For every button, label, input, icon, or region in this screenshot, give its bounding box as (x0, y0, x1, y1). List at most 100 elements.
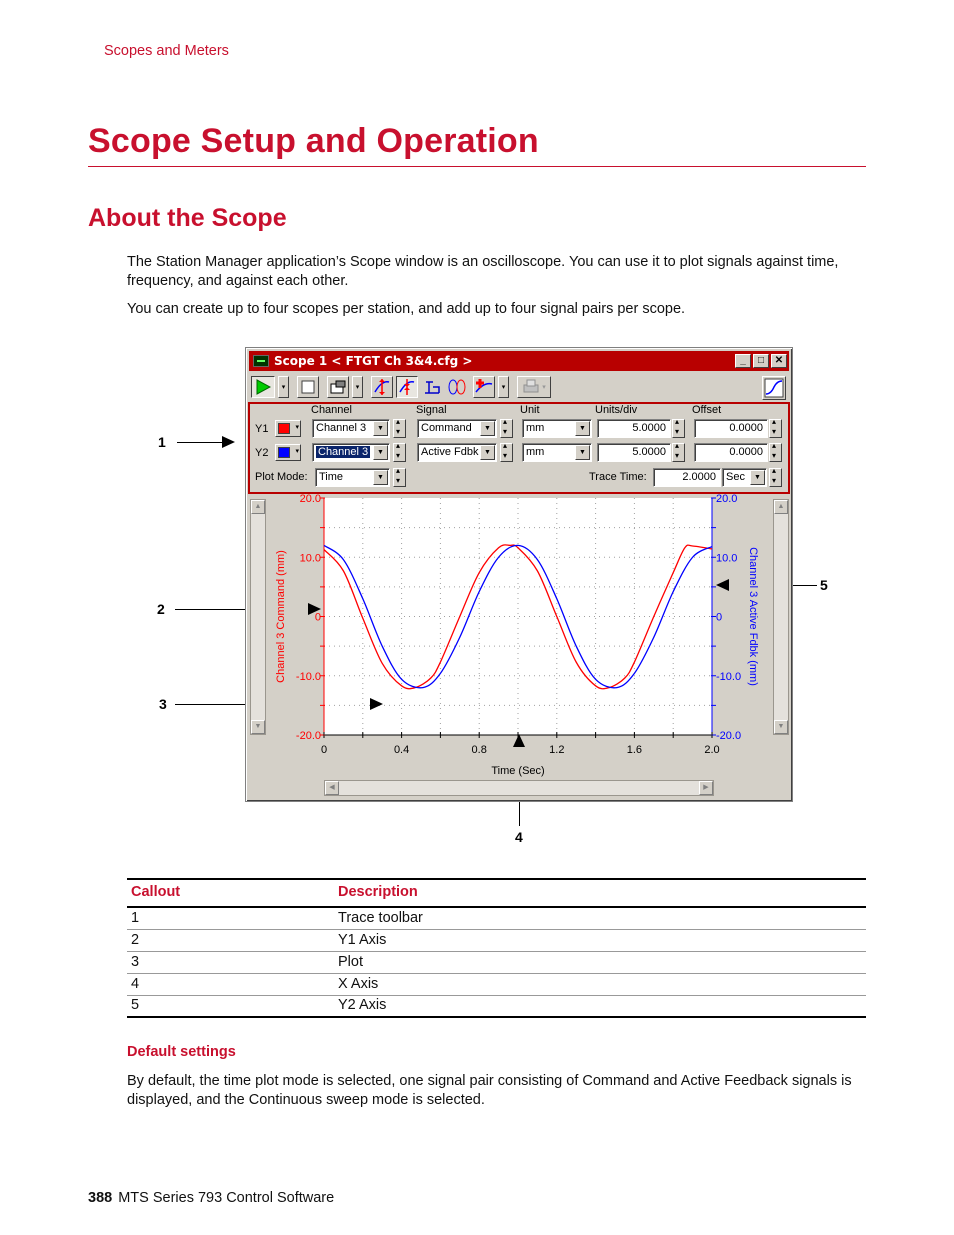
y2-channel-spinner[interactable] (393, 441, 406, 462)
header-signal: Signal (416, 404, 447, 416)
intro-paragraph-1: The Station Manager application’s Scope … (127, 254, 839, 289)
plot-mode-select[interactable]: Time ▼ (315, 468, 390, 487)
maximize-button[interactable]: □ (753, 354, 769, 368)
y1-label: Y1 (255, 423, 269, 435)
stop-button[interactable] (297, 376, 319, 398)
y1-scrollbar[interactable]: ▲ ▼ (250, 499, 266, 735)
properties-button[interactable] (327, 376, 349, 398)
y2-signal-select[interactable]: Active Fdbk ▼ (417, 443, 497, 462)
y1-color-swatch (278, 423, 290, 434)
y2-channel-value: Channel 3 (314, 445, 372, 459)
y2-color-picker[interactable]: ▾ (275, 444, 301, 461)
y1-channel-spinner[interactable] (393, 417, 406, 438)
default-settings-paragraph: By default, the time plot mode is select… (127, 1073, 852, 1108)
callout-4-arrowhead (513, 734, 525, 747)
title-bar[interactable]: Scope 1 < FTGT Ch 3&4.cfg > _ □ ✕ (249, 351, 789, 371)
callout-3-arrowhead (370, 698, 383, 710)
minimize-button[interactable]: _ (735, 354, 751, 368)
scroll-down-icon[interactable]: ▼ (251, 720, 265, 734)
callout-5-arrowhead (716, 579, 729, 591)
time-scrollbar[interactable]: ◀ ▶ (324, 780, 714, 796)
y1-offset-input[interactable]: 0.0000 (694, 419, 768, 438)
stop-icon (301, 380, 315, 394)
y1-units-div-spinner[interactable] (672, 417, 685, 438)
add-trace-dropdown[interactable]: ▾ (498, 376, 509, 398)
callout-1-arrowhead (222, 436, 235, 448)
y2-offset-input[interactable]: 0.0000 (694, 443, 768, 462)
close-button[interactable]: ✕ (771, 354, 787, 368)
scope-toolbar: ▾ ▾ ▾ ▾ (249, 374, 789, 400)
callout-2: 2 (157, 601, 165, 617)
y1-scale-button[interactable] (371, 376, 393, 398)
y2-signal-spinner[interactable] (500, 441, 513, 462)
callout-4: 4 (515, 829, 523, 845)
y1-color-picker[interactable]: ▾ (275, 420, 301, 437)
chart-mode-button[interactable] (762, 376, 786, 400)
callout-5: 5 (820, 577, 828, 593)
y2-scale-icon (399, 379, 415, 395)
scroll-up-icon[interactable]: ▲ (774, 500, 788, 514)
page-footer: 388 MTS Series 793 Control Software (88, 1190, 334, 1206)
y2-scrollbar[interactable]: ▲ ▼ (773, 499, 789, 735)
plot-mode-value: Time (319, 471, 344, 483)
y2-offset-spinner[interactable] (769, 441, 782, 462)
scroll-right-icon[interactable]: ▶ (699, 781, 713, 795)
callout-cell: 3 (127, 951, 334, 974)
callout-3: 3 (159, 696, 167, 712)
print-icon (523, 379, 539, 393)
header-offset: Offset (692, 404, 722, 416)
y2-units-div-input[interactable]: 5.0000 (597, 443, 671, 462)
y2-signal-value: Active Fdbk (421, 446, 479, 458)
add-trace-button[interactable] (473, 376, 495, 398)
description-cell: Trace toolbar (334, 907, 866, 930)
trace-time-label: Trace Time: (589, 471, 647, 483)
add-trace-icon (475, 379, 493, 393)
header-unit: Unit (520, 404, 540, 416)
y2-scale-button[interactable] (396, 376, 418, 398)
properties-dropdown[interactable]: ▾ (352, 376, 363, 398)
scroll-left-icon[interactable]: ◀ (325, 781, 339, 795)
trace-time-unit-value: Sec (726, 471, 745, 483)
y1-channel-select[interactable]: Channel 3 ▼ (312, 419, 390, 438)
y2-unit-value: mm (526, 446, 545, 458)
callout-cell: 5 (127, 995, 334, 1018)
intro-paragraph-2: You can create up to four scopes per sta… (127, 301, 686, 317)
run-button[interactable] (251, 376, 275, 398)
page-title: Scope Setup and Operation (88, 122, 539, 160)
scroll-up-icon[interactable]: ▲ (251, 500, 265, 514)
run-dropdown[interactable]: ▾ (278, 376, 289, 398)
callout-1: 1 (158, 434, 166, 450)
y1-signal-spinner[interactable] (500, 417, 513, 438)
header-units-div: Units/div (595, 404, 638, 416)
trace-time-input[interactable]: 2.0000 (653, 468, 721, 487)
trace-toolbar: Channel Signal Unit Units/div Offset Y1 … (248, 402, 790, 494)
y2-unit-select[interactable]: mm ▼ (522, 443, 592, 462)
y1-unit-select[interactable]: mm ▼ (522, 419, 592, 438)
y2-channel-select[interactable]: Channel 3 ▼ (312, 443, 390, 462)
y1-unit-value: mm (526, 422, 545, 434)
y1-units-div-input[interactable]: 5.0000 (597, 419, 671, 438)
manual-page: Scopes and Meters Scope Setup and Operat… (0, 0, 954, 1235)
description-cell: Plot (334, 951, 866, 974)
y1-signal-select[interactable]: Command ▼ (417, 419, 497, 438)
balance-button[interactable] (421, 376, 443, 398)
lissajous-button[interactable] (446, 376, 468, 398)
callout-cell: 2 (127, 929, 334, 952)
lissajous-icon (448, 379, 466, 395)
section-heading: About the Scope (88, 204, 287, 232)
window-title: Scope 1 < FTGT Ch 3&4.cfg > (274, 354, 473, 368)
table-row: 5 Y2 Axis (127, 995, 866, 1018)
y1-offset-spinner[interactable] (769, 417, 782, 438)
subsection-heading: Default settings (127, 1044, 236, 1060)
y1-signal-value: Command (421, 422, 472, 434)
plot-mode-spinner[interactable] (393, 466, 406, 487)
print-button[interactable]: ▾ (517, 376, 551, 398)
y2-units-div-spinner[interactable] (672, 441, 685, 462)
table-row: 1 Trace toolbar (127, 907, 866, 930)
header-callout: Callout (127, 878, 334, 908)
trace-time-spinner[interactable] (769, 466, 782, 487)
plot-mode-label: Plot Mode: (255, 471, 308, 483)
scroll-down-icon[interactable]: ▼ (774, 720, 788, 734)
trace-time-unit-select[interactable]: Sec ▼ (722, 468, 767, 487)
callout-table: Callout Description 1 Trace toolbar 2 Y1 A… (127, 878, 866, 1018)
